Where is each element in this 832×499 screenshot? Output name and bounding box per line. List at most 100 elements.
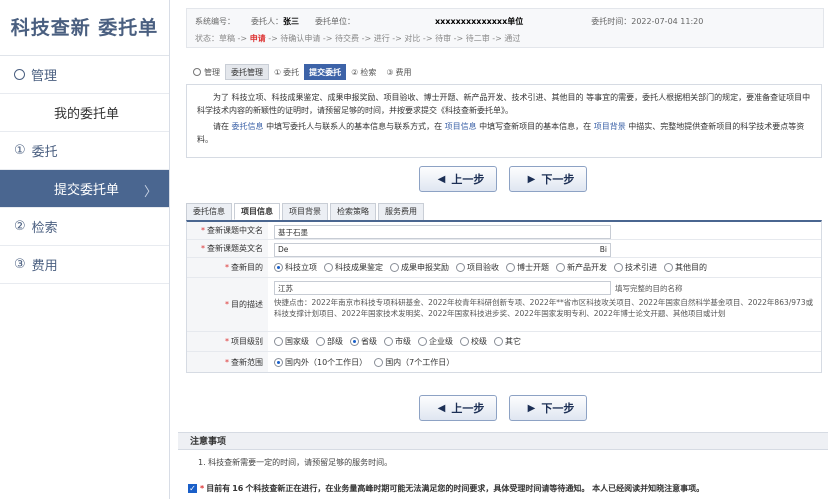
tab-search-strategy[interactable]: 检索策略 <box>330 203 376 220</box>
radio-button[interactable] <box>374 357 384 367</box>
tab-label: 提交委托 <box>309 67 342 77</box>
level-option[interactable]: 企业级 <box>418 336 453 347</box>
time-label: 委托时间： <box>591 17 632 26</box>
radio-button[interactable] <box>274 337 283 346</box>
radio-button[interactable] <box>316 337 325 346</box>
sidebar-item-manage[interactable]: 管理 <box>0 56 169 94</box>
scope-option[interactable]: 国内外（10个工作日） <box>274 357 367 368</box>
radio-button[interactable] <box>494 337 503 346</box>
sidebar-item-my-orders[interactable]: 我的委托单 <box>0 94 169 132</box>
level-option[interactable]: 国家级 <box>274 336 309 347</box>
level-option[interactable]: 校级 <box>460 336 487 347</box>
purpose-option[interactable]: 新产品开发 <box>556 262 607 273</box>
tab-entrust[interactable]: ① 委托 <box>269 64 304 80</box>
button-label: 上一步 <box>451 402 485 415</box>
purpose-option[interactable]: 其他目的 <box>664 262 707 273</box>
tab-project-info[interactable]: 项目信息 <box>234 203 280 220</box>
chevron-right-icon: 〉 <box>143 185 157 200</box>
tab-search[interactable]: ② 检索 <box>346 64 381 80</box>
form-row-scope: * 查新范围 国内外（10个工作日） 国内（7个工作日） <box>187 352 821 372</box>
radio-button[interactable] <box>418 337 427 346</box>
radio-button[interactable] <box>460 337 469 346</box>
radio-label: 项目验收 <box>467 263 499 272</box>
tab-manage[interactable]: 管理 <box>188 64 225 80</box>
prev-step-button[interactable]: ◀ 上一步 <box>419 166 497 192</box>
radio-button[interactable] <box>456 263 465 272</box>
purpose-option[interactable]: 成果申报奖励 <box>390 262 449 273</box>
agree-text-a: 目前有 <box>206 484 231 493</box>
nav-buttons-bottom: ◀ 上一步 ▶ 下一步 <box>178 395 828 421</box>
notice-section: 注意事项 1. 科技查新需要一定的时间，请预留足够的服务时间。 ✓ * 目前有 … <box>178 432 828 499</box>
radio-button[interactable] <box>274 263 283 272</box>
label-text: 查新范围 <box>231 357 263 367</box>
purpose-option[interactable]: 科技成果鉴定 <box>324 262 383 273</box>
radio-button[interactable] <box>324 263 333 272</box>
level-option[interactable]: 省级 <box>350 336 377 347</box>
radio-label: 部级 <box>327 337 343 346</box>
project-info-form: *查新课题中文名 *查新课题英文名 De Bi *查新目的 科技立项 科技成果鉴定… <box>186 220 822 373</box>
next-step-button[interactable]: ▶ 下一步 <box>509 395 587 421</box>
link-order-info[interactable]: 委托信息 <box>232 122 264 131</box>
radio-button[interactable] <box>274 357 283 367</box>
tab-order-manage[interactable]: 委托管理 <box>225 64 269 80</box>
cn-title-input[interactable] <box>274 225 611 239</box>
tab-label: 委托 <box>283 67 300 77</box>
quick-fill-suggestions[interactable]: 快捷点击：2022年南京市科技专项科研基金、2022年校青年科研创新专项、202… <box>274 297 815 319</box>
level-option[interactable]: 部级 <box>316 336 343 347</box>
level-option[interactable]: 市级 <box>384 336 411 347</box>
purpose-option[interactable]: 技术引进 <box>614 262 657 273</box>
form-row-purpose: * 查新目的 科技立项 科技成果鉴定 成果申报奖励 项目验收 博士开题 新产品开发 技术引进 其… <box>187 258 821 278</box>
intro-paragraph-2: 请在 委托信息 中填写委托人与联系人的基本信息与联系方式，在 项目信息 中填写查… <box>197 120 811 146</box>
sidebar-item-fee[interactable]: ③ 费用 <box>0 246 169 284</box>
button-label: 下一步 <box>541 173 575 186</box>
tab-order-info[interactable]: 委托信息 <box>186 203 232 220</box>
radio-label: 企业级 <box>429 337 453 346</box>
radio-button[interactable] <box>384 337 393 346</box>
agree-checkbox[interactable]: ✓ <box>188 484 197 493</box>
radio-label: 其它 <box>505 337 521 346</box>
purpose-option[interactable]: 科技立项 <box>274 262 317 273</box>
form-row-level: * 项目级别 国家级 部级 省级 市级 企业级 校级 其它 <box>187 332 821 352</box>
purpose-option[interactable]: 项目验收 <box>456 262 499 273</box>
status-after: -> 待确认申请 -> 待交费 -> 进行 -> 对比 -> 待审 -> 待二审… <box>265 34 521 43</box>
sidebar-item-search[interactable]: ② 检索 <box>0 208 169 246</box>
field-label: * 查新课题中文名 <box>187 222 268 239</box>
radio-button[interactable] <box>506 263 515 272</box>
sidebar-item-entrust[interactable]: ① 委托 <box>0 132 169 170</box>
sidebar-item-submit-order[interactable]: 提交委托单 〉 <box>0 170 169 208</box>
radio-label: 国内外（10个工作日） <box>285 357 368 367</box>
tab-submit-entrust[interactable]: 提交委托 <box>304 64 347 80</box>
tab-label: 委托管理 <box>231 67 263 77</box>
radio-label: 博士开题 <box>517 263 549 272</box>
tab-fee[interactable]: ③ 费用 <box>381 64 416 80</box>
radio-button[interactable] <box>664 263 673 272</box>
next-step-button[interactable]: ▶ 下一步 <box>509 166 587 192</box>
radio-button[interactable] <box>350 337 359 346</box>
radio-label: 技术引进 <box>625 263 657 272</box>
status-flow: 状态：草稿 -> 申请 -> 待确认申请 -> 待交费 -> 进行 -> 对比 … <box>195 33 815 44</box>
prev-step-button[interactable]: ◀ 上一步 <box>419 395 497 421</box>
radio-button[interactable] <box>614 263 623 272</box>
radio-button[interactable] <box>556 263 565 272</box>
sidebar-item-label: 费用 <box>31 259 58 274</box>
level-option[interactable]: 其它 <box>494 336 521 347</box>
en-title-input[interactable]: De Bi <box>274 243 611 257</box>
tab-label: 管理 <box>204 67 220 77</box>
link-project-info[interactable]: 项目信息 <box>445 122 477 131</box>
field-label: * 目的描述 <box>187 278 268 331</box>
purpose-option[interactable]: 博士开题 <box>506 262 549 273</box>
link-project-background[interactable]: 项目背景 <box>594 122 626 131</box>
tab-service-fee[interactable]: 服务费用 <box>378 203 424 220</box>
field-label: * 查新范围 <box>187 352 268 372</box>
form-row-cn-title: * 查新课题中文名 <box>187 222 821 240</box>
radio-label: 国内（7个工作日） <box>385 357 455 367</box>
tab-project-background[interactable]: 项目背景 <box>282 203 328 220</box>
tab-label: 检索 <box>360 67 377 77</box>
description-hint: 填写完整的目的名称 <box>615 283 683 293</box>
agree-row: ✓ * 目前有 16 个科技查新正在进行，在业务量高峰时期可能无法满足您的时间要… <box>188 484 705 493</box>
radio-button[interactable] <box>390 263 399 272</box>
scope-option[interactable]: 国内（7个工作日） <box>374 357 454 368</box>
main-content: 系统编号： 委托人： 张三 委托单位： xxxxxxxxxxxxxx单位 委托时… <box>178 0 828 499</box>
description-input[interactable] <box>274 281 611 295</box>
sys-no-label: 系统编号： <box>195 17 235 26</box>
